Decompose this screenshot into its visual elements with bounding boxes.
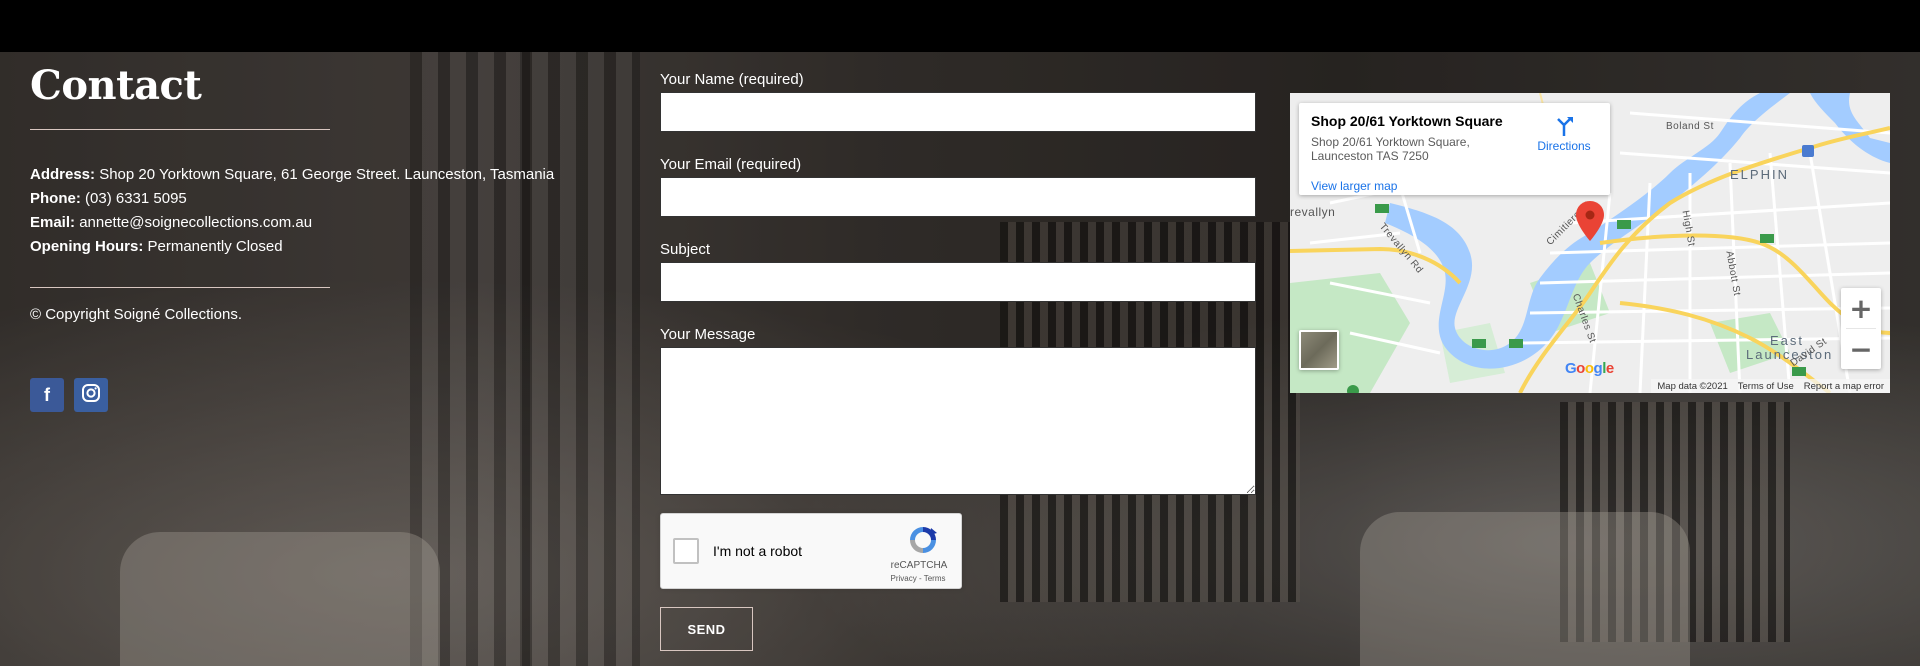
subject-label: Subject <box>660 241 711 258</box>
email-label: Email: <box>30 214 76 231</box>
recaptcha-link-separator: - <box>916 574 924 583</box>
divider <box>30 287 330 288</box>
facebook-icon: f <box>44 384 50 405</box>
email-label: Your Email (required) <box>660 156 802 173</box>
subject-field[interactable] <box>660 262 1256 302</box>
facebook-button[interactable]: f <box>30 378 64 412</box>
report-map-error-link[interactable]: Report a map error <box>1804 381 1884 392</box>
instagram-button[interactable] <box>74 378 108 412</box>
address-row: Address: Shop 20 Yorktown Square, 61 Geo… <box>30 163 554 187</box>
recaptcha-label: I'm not a robot <box>713 543 803 559</box>
copyright-text: © Copyright Soigné Collections. <box>30 306 242 323</box>
zoom-control: + − <box>1841 288 1881 369</box>
recaptcha-icon <box>907 524 939 556</box>
address-label: Address: <box>30 166 96 183</box>
terms-of-use-link[interactable]: Terms of Use <box>1738 381 1794 392</box>
send-button[interactable]: SEND <box>660 607 753 651</box>
hours-row: Opening Hours: Permanently Closed <box>30 235 554 259</box>
zoom-in-button[interactable]: + <box>1841 288 1881 328</box>
google-logo: Google <box>1565 360 1614 377</box>
map-data-credit: Map data ©2021 <box>1657 380 1728 392</box>
zoom-out-button[interactable]: − <box>1841 329 1881 369</box>
message-field[interactable] <box>660 347 1256 495</box>
page-title: Contact <box>30 62 202 109</box>
directions-button[interactable]: Directions <box>1529 115 1599 153</box>
top-bar <box>0 0 1920 52</box>
email-row: Email: annette@soignecollections.com.au <box>30 211 554 235</box>
map-label-east: East <box>1770 333 1805 348</box>
phone-label: Phone: <box>30 190 81 207</box>
recaptcha-brand: reCAPTCHA <box>890 560 948 571</box>
satellite-toggle[interactable] <box>1299 330 1339 370</box>
map-label-boland-st: Boland St <box>1666 121 1714 132</box>
address-value: Shop 20 Yorktown Square, 61 George Stree… <box>99 166 555 183</box>
recaptcha-widget: I'm not a robot reCAPTCHA Privacy - Term… <box>660 513 962 589</box>
hours-value: Permanently Closed <box>147 238 283 255</box>
recaptcha-terms-link[interactable]: Terms <box>924 574 946 583</box>
place-name: Shop 20/61 Yorktown Square <box>1311 113 1503 129</box>
place-address-line2: Launceston TAS 7250 <box>1311 149 1429 163</box>
directions-label: Directions <box>1537 139 1591 153</box>
recaptcha-checkbox[interactable] <box>673 538 699 564</box>
instagram-icon <box>81 383 101 408</box>
name-field[interactable] <box>660 92 1256 132</box>
location-pin-icon[interactable] <box>1576 201 1604 241</box>
divider <box>30 129 330 130</box>
recaptcha-links: Privacy - Terms <box>885 574 951 583</box>
name-label: Your Name (required) <box>660 71 804 88</box>
email-value[interactable]: annette@soignecollections.com.au <box>79 214 312 231</box>
message-label: Your Message <box>660 326 756 343</box>
map-label-trevallyn: revallyn <box>1290 205 1336 219</box>
view-larger-map-link[interactable]: View larger map <box>1311 179 1397 193</box>
phone-value: (03) 6331 5095 <box>85 190 187 207</box>
map-embed[interactable]: revallyn ELPHIN East Launceston Boland S… <box>1290 93 1890 393</box>
hours-label: Opening Hours: <box>30 238 144 255</box>
place-info-card: Shop 20/61 Yorktown Square Shop 20/61 Yo… <box>1299 103 1610 195</box>
phone-row: Phone: (03) 6331 5095 <box>30 187 554 211</box>
place-address: Shop 20/61 Yorktown Square, Launceston T… <box>1311 135 1491 163</box>
contact-info: Address: Shop 20 Yorktown Square, 61 Geo… <box>30 163 554 259</box>
email-field[interactable] <box>660 177 1256 217</box>
map-label-elphin: ELPHIN <box>1730 167 1789 182</box>
map-attribution: Map data ©2021 Terms of Use Report a map… <box>1651 379 1890 393</box>
place-address-line1: Shop 20/61 Yorktown Square, <box>1311 135 1470 149</box>
recaptcha-privacy-link[interactable]: Privacy <box>891 574 917 583</box>
directions-icon <box>1553 115 1575 137</box>
